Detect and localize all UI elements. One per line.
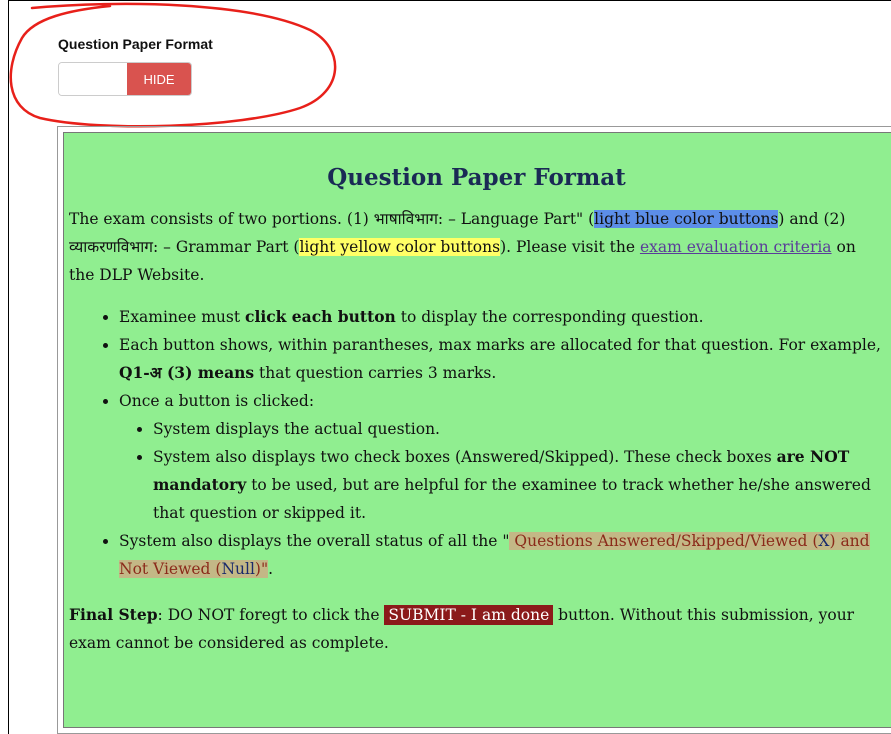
light-yellow-highlight: light yellow color buttons — [299, 238, 501, 256]
sub-list: System displays the actual question. Sys… — [119, 415, 884, 527]
list-item: Examinee must click each button to displ… — [119, 303, 884, 331]
list-item: Once a button is clicked: System display… — [119, 387, 884, 527]
intro-text-3: ). Please visit the — [500, 238, 640, 256]
final-step-label: Final Step — [69, 605, 158, 624]
b3-text: Once a button is clicked: — [119, 392, 315, 410]
toggle-show-side[interactable] — [59, 63, 127, 95]
b4-post: . — [268, 560, 274, 578]
final-text-1: : DO NOT foregt to click the — [157, 606, 385, 624]
b4-s1: Questions Answered/Skipped/Viewed ( — [509, 532, 819, 550]
b2-pre: Each button shows, within parantheses, m… — [119, 336, 881, 354]
b1-bold: click each button — [245, 307, 396, 326]
intro-text-1: The exam consists of two portions. (1) भ… — [69, 210, 595, 228]
b1-post: to display the corresponding question. — [395, 308, 704, 326]
b4-s3: )" — [254, 560, 269, 578]
b4-x: X — [818, 532, 830, 550]
hide-button[interactable]: HIDE — [127, 63, 191, 95]
instructions-list: Examinee must click each button to displ… — [69, 303, 884, 583]
s1-text: System displays the actual question. — [153, 420, 440, 438]
intro-paragraph: The exam consists of two portions. (1) भ… — [69, 205, 884, 289]
toggle-title: Question Paper Format — [58, 36, 213, 52]
b4-pre: System also displays the overall status … — [119, 532, 510, 550]
panel-title: Question Paper Format — [327, 164, 626, 191]
list-item: System also displays two check boxes (An… — [153, 443, 884, 527]
exam-evaluation-criteria-link[interactable]: exam evaluation criteria — [640, 238, 832, 256]
light-blue-highlight: light blue color buttons — [594, 210, 779, 228]
list-item: System displays the actual question. — [153, 415, 884, 443]
b4-null: Null — [221, 560, 255, 578]
s2-post: to be used, but are helpful for the exam… — [153, 476, 871, 522]
b1-pre: Examinee must — [119, 308, 245, 326]
b2-bold: Q1-अ (3) means — [119, 363, 255, 382]
b2-post: that question carries 3 marks. — [254, 364, 497, 382]
final-step-paragraph: Final Step: DO NOT foregt to click the S… — [69, 601, 884, 657]
format-toggle[interactable]: HIDE — [58, 62, 192, 96]
submit-badge: SUBMIT - I am done — [384, 605, 554, 625]
format-panel: Question Paper Format The exam consists … — [63, 132, 891, 728]
list-item: System also displays the overall status … — [119, 527, 884, 583]
s2-pre: System also displays two check boxes (An… — [153, 448, 777, 466]
list-item: Each button shows, within parantheses, m… — [119, 331, 884, 387]
format-panel-container: Question Paper Format The exam consists … — [57, 126, 891, 734]
